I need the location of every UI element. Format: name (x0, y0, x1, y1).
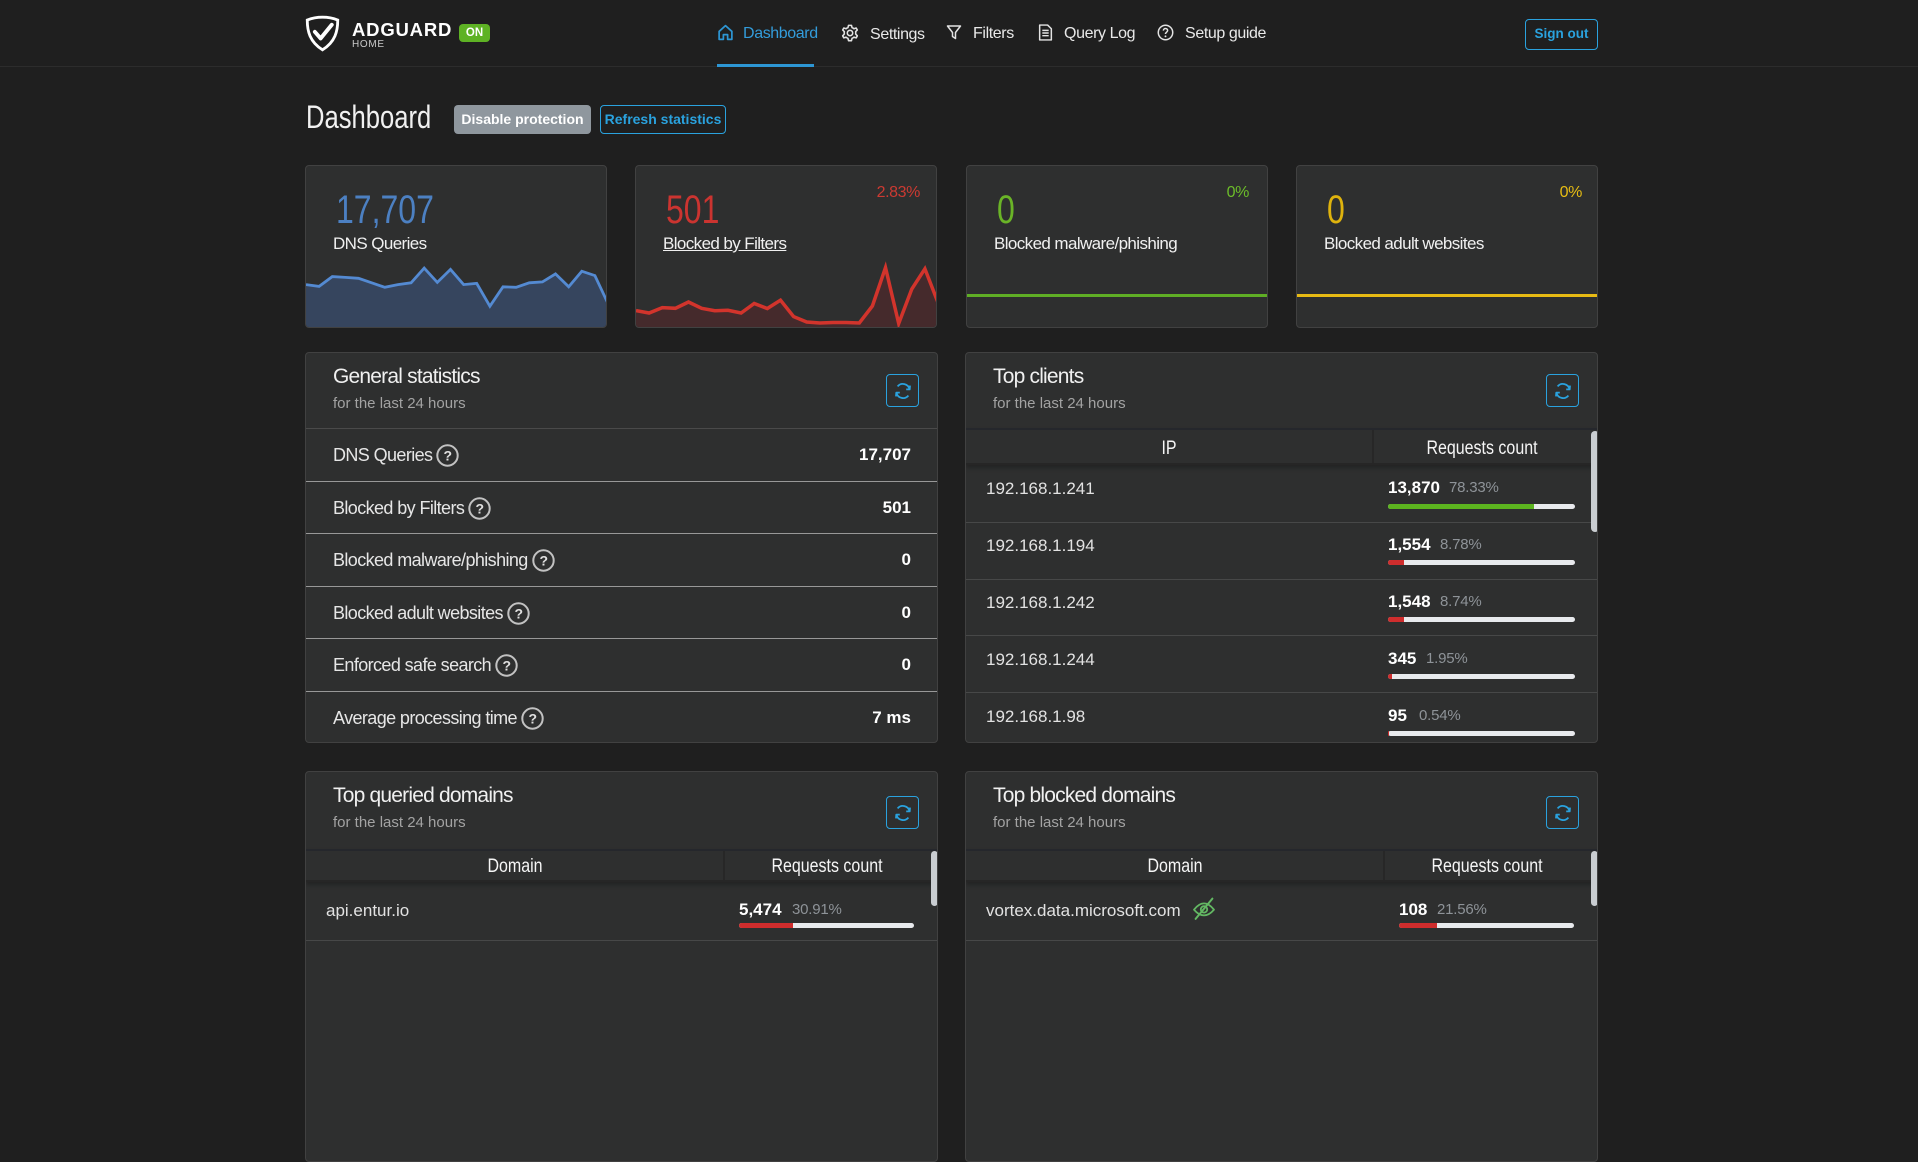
svg-text:?: ? (529, 710, 537, 726)
svg-text:?: ? (476, 500, 484, 516)
svg-text:?: ? (503, 657, 511, 673)
svg-text:?: ? (444, 447, 452, 463)
svg-text:?: ? (539, 552, 547, 568)
svg-text:?: ? (514, 605, 522, 621)
